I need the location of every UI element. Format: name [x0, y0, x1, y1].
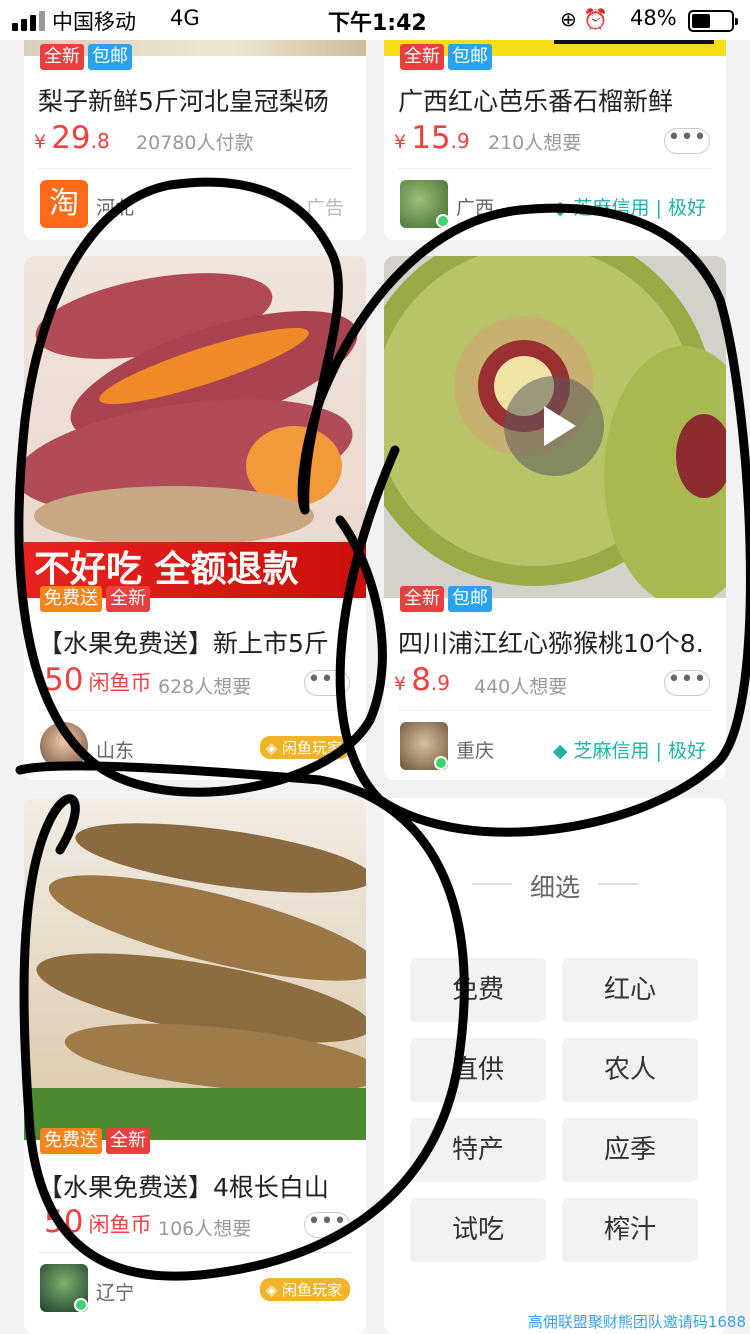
- want-count: 210人想要: [488, 132, 582, 154]
- filter-chip-juice[interactable]: 榨汁: [562, 1198, 698, 1262]
- xianyu-player-badge: ◈ 闲鱼玩家: [259, 736, 350, 759]
- ad-label: 广告: [305, 197, 344, 219]
- tag-new: 全新: [400, 586, 444, 612]
- lock-alarm-icons: ⊕ ⏰: [560, 7, 609, 31]
- filter-chip-seasonal[interactable]: 应季: [562, 1118, 698, 1182]
- pay-count: 20780人付款: [136, 132, 254, 154]
- seller-location: 广西: [456, 197, 495, 219]
- seller-location: 河北: [96, 197, 135, 219]
- product-price: ¥ 29.8: [34, 120, 110, 156]
- product-image: [24, 798, 366, 1140]
- product-card-kiwi[interactable]: 全新 包邮 四川浦江红心猕猴桃10个8. ¥ 8.9 440人想要 ••• 重庆…: [384, 256, 726, 780]
- tag-new: 全新: [400, 44, 444, 70]
- filter-title: 细选: [384, 868, 726, 904]
- more-options-button[interactable]: •••: [304, 1211, 350, 1238]
- clock: 下午1:42: [328, 11, 427, 36]
- tag-free-shipping: 包邮: [448, 586, 492, 612]
- sesame-credit-label: ◆ 芝麻信用 | 极好: [552, 740, 706, 762]
- watermark: 高佣联盟聚财熊团队邀请码1688: [527, 1313, 746, 1331]
- taobao-shop-icon: 淘: [40, 180, 88, 228]
- ginseng-illustration: [24, 823, 366, 1140]
- product-title: 四川浦江红心猕猴桃10个8.: [398, 629, 704, 658]
- divider: [38, 710, 352, 711]
- xianyu-player-badge: ◈ 闲鱼玩家: [259, 1278, 350, 1301]
- product-card-sweet-potato[interactable]: 不好吃 全额退款 免费送 全新 【水果免费送】新上市5斤 50 闲鱼币 628人…: [24, 256, 366, 780]
- sesame-credit-label: ◆ 芝麻信用 | 极好: [552, 197, 706, 219]
- product-title: 广西红心芭乐番石榴新鲜: [398, 87, 674, 116]
- divider: [398, 710, 712, 711]
- divider: [398, 168, 712, 169]
- product-image: [384, 256, 726, 598]
- seller-location: 山东: [96, 740, 135, 762]
- online-indicator: [434, 756, 448, 770]
- product-card-ginseng[interactable]: 免费送 全新 【水果免费送】4根长白山 50 闲鱼币 106人想要 ••• 辽宁…: [24, 798, 366, 1334]
- filter-chip-free[interactable]: 免费: [410, 958, 546, 1022]
- product-price: ¥ 8.9: [394, 662, 451, 698]
- product-price: ¥ 15.9: [394, 120, 470, 156]
- want-count: 440人想要: [474, 676, 568, 698]
- network-label: 4G: [170, 6, 200, 30]
- online-indicator: [74, 1298, 88, 1312]
- filter-chip-specialty[interactable]: 特产: [410, 1118, 546, 1182]
- seller-avatar[interactable]: [40, 722, 88, 770]
- tag-new: 全新: [40, 44, 84, 70]
- online-indicator: [436, 214, 450, 228]
- product-price: 50 闲鱼币: [44, 1204, 152, 1240]
- filter-chip-red-heart[interactable]: 红心: [562, 958, 698, 1022]
- product-image: 不好吃 全额退款: [24, 256, 366, 598]
- more-options-button[interactable]: •••: [304, 669, 350, 696]
- tag-free-gift: 免费送: [40, 586, 102, 612]
- divider: [38, 168, 352, 169]
- filter-chip-direct-supply[interactable]: 直供: [410, 1038, 546, 1102]
- seller-location: 重庆: [456, 740, 495, 762]
- filter-chip-trial[interactable]: 试吃: [410, 1198, 546, 1262]
- carrier-label: 中国移动: [52, 10, 136, 34]
- product-title: 【水果免费送】新上市5斤: [38, 629, 329, 658]
- want-count: 106人想要: [158, 1218, 252, 1240]
- filter-card: 细选 免费 红心 直供 农人 特产 应季 试吃 榨汁: [384, 798, 726, 1334]
- filter-chip-farmer[interactable]: 农人: [562, 1038, 698, 1102]
- product-title: 【水果免费送】4根长白山: [38, 1173, 329, 1202]
- more-options-button[interactable]: •••: [664, 127, 710, 154]
- tag-free-shipping: 包邮: [448, 44, 492, 70]
- product-title: 梨子新鲜5斤河北皇冠梨砀: [38, 87, 329, 116]
- tag-new: 全新: [106, 586, 150, 612]
- battery-icon: [688, 10, 738, 32]
- tag-free-shipping: 包邮: [88, 44, 132, 70]
- seller-location: 辽宁: [96, 1282, 135, 1304]
- tag-new: 全新: [106, 1128, 150, 1154]
- more-options-button[interactable]: •••: [664, 669, 710, 696]
- tag-free-gift: 免费送: [40, 1128, 102, 1154]
- signal-icon: [12, 11, 48, 31]
- want-count: 628人想要: [158, 676, 252, 698]
- product-price: 50 闲鱼币: [44, 662, 152, 698]
- divider: [38, 1252, 352, 1253]
- play-video-button[interactable]: [504, 376, 604, 476]
- status-bar: 中国移动 4G 下午1:42 ⊕ ⏰ 48%: [0, 0, 750, 40]
- battery-percent: 48%: [630, 6, 677, 30]
